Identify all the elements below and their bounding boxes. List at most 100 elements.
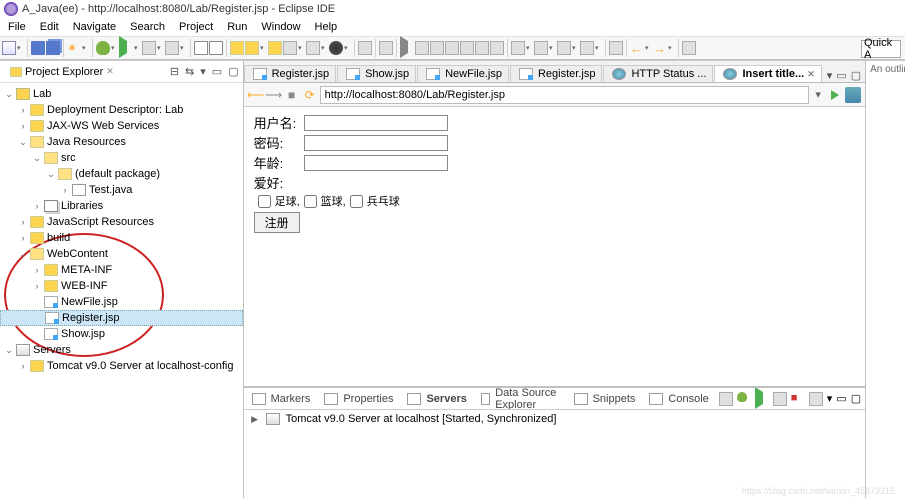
collapse-icon[interactable]: ⌄ <box>18 137 28 148</box>
editor-tab[interactable]: Show.jsp <box>337 65 416 82</box>
expand-icon[interactable]: › <box>18 217 28 227</box>
url-dropdown-icon[interactable]: ▾ <box>811 88 825 101</box>
tree-item[interactable]: ›Test.java <box>0 182 243 198</box>
close-icon[interactable]: ✕ <box>106 66 114 77</box>
tree-item[interactable]: ⌄src <box>0 150 243 166</box>
tree-item[interactable]: ›WEB-INF <box>0 278 243 294</box>
tree-item[interactable]: NewFile.jsp <box>0 294 243 310</box>
collapse-icon[interactable]: ⌄ <box>4 345 14 356</box>
resume-icon[interactable] <box>400 41 414 55</box>
age-input[interactable] <box>304 155 448 171</box>
submit-button[interactable]: 注册 <box>254 212 300 233</box>
open-task-icon[interactable] <box>245 41 259 55</box>
minimize-icon[interactable]: ▭ <box>836 69 846 82</box>
expand-icon[interactable]: › <box>18 233 28 243</box>
tree-item[interactable]: Show.jsp <box>0 326 243 342</box>
close-icon[interactable]: ✕ <box>807 69 815 80</box>
open-type-icon[interactable] <box>230 41 244 55</box>
tree-item[interactable]: ⌄Lab <box>0 86 243 102</box>
dropdown-icon[interactable]: ▾ <box>17 44 24 52</box>
browser-back-icon[interactable]: ⟵ <box>248 87 264 103</box>
expand-icon[interactable]: › <box>18 361 28 371</box>
nav1-icon[interactable] <box>511 41 525 55</box>
maximize-icon[interactable]: ▢ <box>851 69 861 82</box>
tree-item[interactable]: Register.jsp <box>0 310 243 326</box>
expand-icon[interactable]: › <box>32 265 42 275</box>
username-input[interactable] <box>304 115 448 131</box>
maximize-icon[interactable]: ▢ <box>228 65 238 78</box>
go-button[interactable] <box>827 87 843 103</box>
servers-start-icon[interactable] <box>755 392 769 406</box>
step-over-icon[interactable] <box>475 41 489 55</box>
minimize-icon[interactable]: ▭ <box>836 392 846 406</box>
save-all-icon[interactable] <box>46 41 60 55</box>
menu-run[interactable]: Run <box>221 21 253 33</box>
url-field[interactable]: http://localhost:8080/Lab/Register.jsp <box>320 86 810 104</box>
checkbox-pingpong[interactable] <box>350 195 363 208</box>
bottom-tab-markers[interactable]: Markers <box>244 391 317 407</box>
tree-item[interactable]: ⌄WebContent <box>0 246 243 262</box>
gen1-icon[interactable] <box>379 41 393 55</box>
menu-window[interactable]: Window <box>255 21 306 33</box>
maximize-icon[interactable]: ▢ <box>851 392 861 406</box>
editor-tab[interactable]: NewFile.jsp <box>417 65 509 82</box>
step-icon[interactable] <box>445 41 459 55</box>
new-server-icon[interactable] <box>194 41 208 55</box>
collapse-all-icon[interactable]: ⊟ <box>170 65 179 78</box>
ext-tools-icon[interactable] <box>329 41 343 55</box>
tree-item[interactable]: ›build <box>0 230 243 246</box>
menu-project[interactable]: Project <box>173 21 219 33</box>
tree-item[interactable]: ⌄(default package) <box>0 166 243 182</box>
expand-icon[interactable]: › <box>60 185 70 195</box>
quick-access[interactable]: Quick A <box>861 40 901 58</box>
project-tree[interactable]: ⌄Lab›Deployment Descriptor: Lab›JAX-WS W… <box>0 83 243 498</box>
editor-tab[interactable]: Register.jsp <box>244 65 336 82</box>
expand-icon[interactable]: › <box>18 121 28 131</box>
run-last-icon[interactable] <box>165 41 179 55</box>
tree-item[interactable]: ⌄Servers <box>0 342 243 358</box>
password-input[interactable] <box>304 135 448 151</box>
stop-icon[interactable] <box>430 41 444 55</box>
tree-item[interactable]: ›Libraries <box>0 198 243 214</box>
view-menu-icon[interactable]: ▾ <box>827 392 833 406</box>
collapse-icon[interactable]: ⌄ <box>18 249 28 260</box>
menu-search[interactable]: Search <box>124 21 171 33</box>
editor-tab[interactable]: Insert title...✕ <box>714 65 821 82</box>
run-icon[interactable] <box>119 41 133 55</box>
new-dynamic-icon[interactable] <box>209 41 223 55</box>
collapse-icon[interactable]: ⌄ <box>46 169 56 180</box>
servers-debug-icon[interactable] <box>737 392 751 406</box>
minimize-icon[interactable]: ▭ <box>212 65 222 78</box>
browser-stop-icon[interactable]: ■ <box>284 87 300 103</box>
menu-navigate[interactable]: Navigate <box>67 21 122 33</box>
search-icon[interactable] <box>306 41 320 55</box>
browser-forward-icon[interactable]: ⟶ <box>266 87 282 103</box>
bottom-tab-console[interactable]: Console <box>641 391 714 407</box>
link-editor-icon[interactable]: ⇆ <box>185 65 194 78</box>
view-menu-icon[interactable]: ▾ <box>200 65 206 78</box>
expand-icon[interactable]: › <box>32 281 42 291</box>
server-row[interactable]: ▶ Tomcat v9.0 Server at localhost [Start… <box>250 413 860 425</box>
pause-icon[interactable] <box>415 41 429 55</box>
editor-tab[interactable]: Register.jsp <box>510 65 602 82</box>
tree-item[interactable]: ›META-INF <box>0 262 243 278</box>
back-icon[interactable]: ← <box>630 41 644 55</box>
forward-icon[interactable]: → <box>653 41 667 55</box>
servers-stop-icon[interactable]: ■ <box>791 392 805 406</box>
bottom-tab-data-source-explorer[interactable]: Data Source Explorer <box>473 388 566 410</box>
pin-icon[interactable] <box>609 41 623 55</box>
new-pkg-icon[interactable] <box>268 41 282 55</box>
nav4-icon[interactable] <box>580 41 594 55</box>
browser-settings-icon[interactable] <box>845 87 861 103</box>
tree-item[interactable]: ›JAX-WS Web Services <box>0 118 243 134</box>
toggle-icon[interactable] <box>358 41 372 55</box>
misc-icon[interactable] <box>682 41 696 55</box>
expand-icon[interactable]: ▶ <box>250 414 260 425</box>
step-into-icon[interactable] <box>460 41 474 55</box>
tree-item[interactable]: ›Deployment Descriptor: Lab <box>0 102 243 118</box>
debug-icon[interactable] <box>96 41 110 55</box>
bottom-tab-properties[interactable]: Properties <box>316 391 399 407</box>
bottom-tab-servers[interactable]: Servers <box>399 391 472 407</box>
servers-publish-icon[interactable] <box>719 392 733 406</box>
tree-item[interactable]: ⌄Java Resources <box>0 134 243 150</box>
